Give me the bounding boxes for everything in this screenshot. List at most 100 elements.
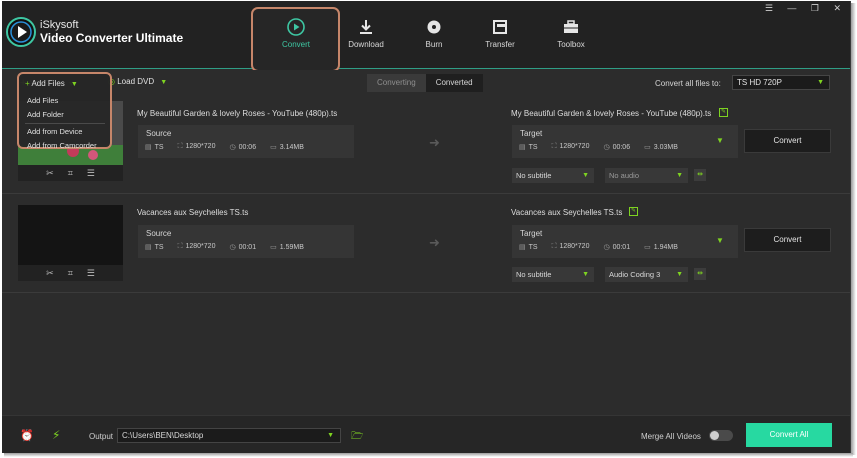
download-icon <box>360 20 372 34</box>
tab-convert[interactable]: Convert <box>261 17 331 57</box>
plus-icon: + <box>25 79 30 88</box>
resolution-icon: ⛶ <box>551 243 557 250</box>
output-path-value: C:\Users\BEN\Desktop <box>122 431 204 440</box>
source-format: TS <box>154 244 164 251</box>
tab-burn[interactable]: Burn <box>399 17 469 57</box>
merge-all-videos-toggle[interactable] <box>709 430 733 441</box>
tab-download[interactable]: Download <box>331 17 401 57</box>
cut-icon[interactable]: ✂ <box>46 268 54 279</box>
clock-icon: ◷ <box>229 144 236 151</box>
toggle-knob <box>710 431 719 440</box>
tab-transfer[interactable]: Transfer <box>465 17 535 57</box>
merge-split-icon[interactable]: ⇹ <box>694 268 706 280</box>
effects-icon[interactable]: ☰ <box>87 268 95 279</box>
window-shadow <box>851 3 856 455</box>
effects-icon[interactable]: ☰ <box>87 168 95 179</box>
window-controls[interactable]: ☰ — ❐ ✕ <box>765 3 847 14</box>
crop-icon[interactable]: ⌗ <box>68 268 73 279</box>
chevron-down-icon: ▼ <box>327 432 334 439</box>
add-files-menu-header[interactable]: + Add Files ▼ <box>25 79 78 88</box>
chevron-down-icon: ▼ <box>156 79 168 86</box>
high-speed-icon[interactable]: ⚡ <box>52 428 60 442</box>
output-path-select[interactable]: C:\Users\BEN\Desktop ▼ <box>117 428 341 443</box>
tab-converting[interactable]: Converting <box>367 74 426 92</box>
tab-toolbox-label: Toolbox <box>557 40 585 49</box>
folder-icon: ▭ <box>270 244 277 251</box>
source-resolution: 1280*720 <box>185 143 216 150</box>
target-file-name: Vacances aux Seychelles TS.ts <box>511 208 623 217</box>
tab-toolbox[interactable]: Toolbox <box>536 17 606 57</box>
folder-icon: ▭ <box>270 144 277 151</box>
resolution-icon: ⛶ <box>177 143 183 150</box>
product-name: Video Converter Ultimate <box>40 31 184 45</box>
alarm-icon[interactable]: ⏰ <box>20 429 34 442</box>
menu-item-add-folder[interactable]: Add Folder <box>27 110 64 119</box>
file-item: ✂ ⌗ ☰ Vacances aux Seychelles TS.ts Sour… <box>2 196 850 293</box>
subtitle-select[interactable]: No subtitle ▼ <box>512 267 594 282</box>
menu-item-add-from-camcorder[interactable]: Add from Camcorder <box>27 141 97 150</box>
target-resolution: 1280*720 <box>559 143 590 150</box>
video-thumbnail[interactable] <box>18 205 123 269</box>
audio-value: No audio <box>609 171 640 180</box>
resolution-icon: ⛶ <box>177 243 183 250</box>
burn-icon <box>427 20 441 34</box>
edit-icon[interactable]: ✎ <box>629 207 638 216</box>
target-size: 1.94MB <box>653 244 678 251</box>
output-label: Output <box>89 432 114 441</box>
tab-transfer-label: Transfer <box>485 40 515 49</box>
source-resolution: 1280*720 <box>185 243 216 250</box>
window-shadow <box>4 453 853 457</box>
subtitle-value: No subtitle <box>516 171 552 180</box>
chevron-down-icon: ▼ <box>582 271 589 278</box>
source-format: TS <box>154 144 164 151</box>
subtitle-select[interactable]: No subtitle ▼ <box>512 168 594 183</box>
target-label: Target <box>520 229 543 238</box>
audio-select[interactable]: No audio ▼ <box>605 168 688 183</box>
menu-separator <box>25 123 105 124</box>
merge-split-icon[interactable]: ⇹ <box>694 169 706 181</box>
target-label: Target <box>520 129 543 138</box>
tab-converted[interactable]: Converted <box>425 74 483 92</box>
brand: iSkysoft Video Converter Ultimate <box>40 19 183 45</box>
source-meta: ▤ TS ⛶ 1280*720 ◷ 00:01 ▭ 1.59MB <box>145 243 318 251</box>
toolbox-icon <box>564 20 578 33</box>
clock-icon: ◷ <box>603 144 610 151</box>
target-duration: 00:06 <box>612 144 631 151</box>
source-info: Source ▤ TS ⛶ 1280*720 ◷ 00:01 ▭ 1.59MB <box>138 225 354 258</box>
source-size: 1.59MB <box>279 244 304 251</box>
cut-icon[interactable]: ✂ <box>46 168 54 179</box>
footer: ⏰ ⚡ Output C:\Users\BEN\Desktop ▼ 🗁 Merg… <box>2 415 850 453</box>
menu-item-add-files[interactable]: Add Files <box>27 96 58 105</box>
add-files-menu: + Add Files ▼ Add Files Add Folder Add f… <box>17 72 112 150</box>
target-meta: ▤ TS ⛶ 1280*720 ◷ 00:01 ▭ 1.94MB <box>519 243 692 251</box>
target-format-dropdown-icon[interactable]: ▼ <box>716 136 724 145</box>
chevron-down-icon: ▼ <box>582 172 589 179</box>
add-files-menu-header-label: Add Files <box>31 79 65 88</box>
tab-convert-label: Convert <box>281 40 310 49</box>
target-meta: ▤ TS ⛶ 1280*720 ◷ 00:06 ▭ 3.03MB <box>519 143 692 151</box>
convert-all-to-label: Convert all files to: <box>655 79 721 88</box>
header: iSkysoft Video Converter Ultimate Conver… <box>2 1 850 72</box>
target-info[interactable]: Target ▤ TS ⛶ 1280*720 ◷ 00:01 ▭ 1.94MB ▼ <box>512 225 738 258</box>
chevron-down-icon: ▼ <box>67 81 78 88</box>
load-dvd-button[interactable]: ◎ Load DVD ▼ <box>108 77 167 86</box>
source-label: Source <box>146 229 172 238</box>
convert-all-button[interactable]: Convert All <box>746 423 832 447</box>
audio-value: Audio Coding 3 <box>609 270 661 279</box>
convert-button[interactable]: Convert <box>744 228 831 252</box>
convert-button[interactable]: Convert <box>744 129 831 153</box>
open-folder-icon[interactable]: 🗁 <box>351 429 363 446</box>
target-info[interactable]: Target ▤ TS ⛶ 1280*720 ◷ 00:06 ▭ 3.03MB ▼ <box>512 125 738 158</box>
film-icon: ▤ <box>519 144 526 151</box>
app-logo-icon <box>6 17 36 47</box>
subtitle-value: No subtitle <box>516 270 552 279</box>
target-format-dropdown-icon[interactable]: ▼ <box>716 236 724 245</box>
menu-item-add-from-device[interactable]: Add from Device <box>27 127 82 136</box>
crop-icon[interactable]: ⌗ <box>68 168 73 179</box>
convert-icon <box>287 18 305 36</box>
convert-all-format-select[interactable]: TS HD 720P ▼ <box>732 75 830 90</box>
target-format: TS <box>528 144 538 151</box>
folder-icon: ▭ <box>644 244 651 251</box>
audio-select[interactable]: Audio Coding 3 ▼ <box>605 267 688 282</box>
edit-icon[interactable]: ✎ <box>719 108 728 117</box>
